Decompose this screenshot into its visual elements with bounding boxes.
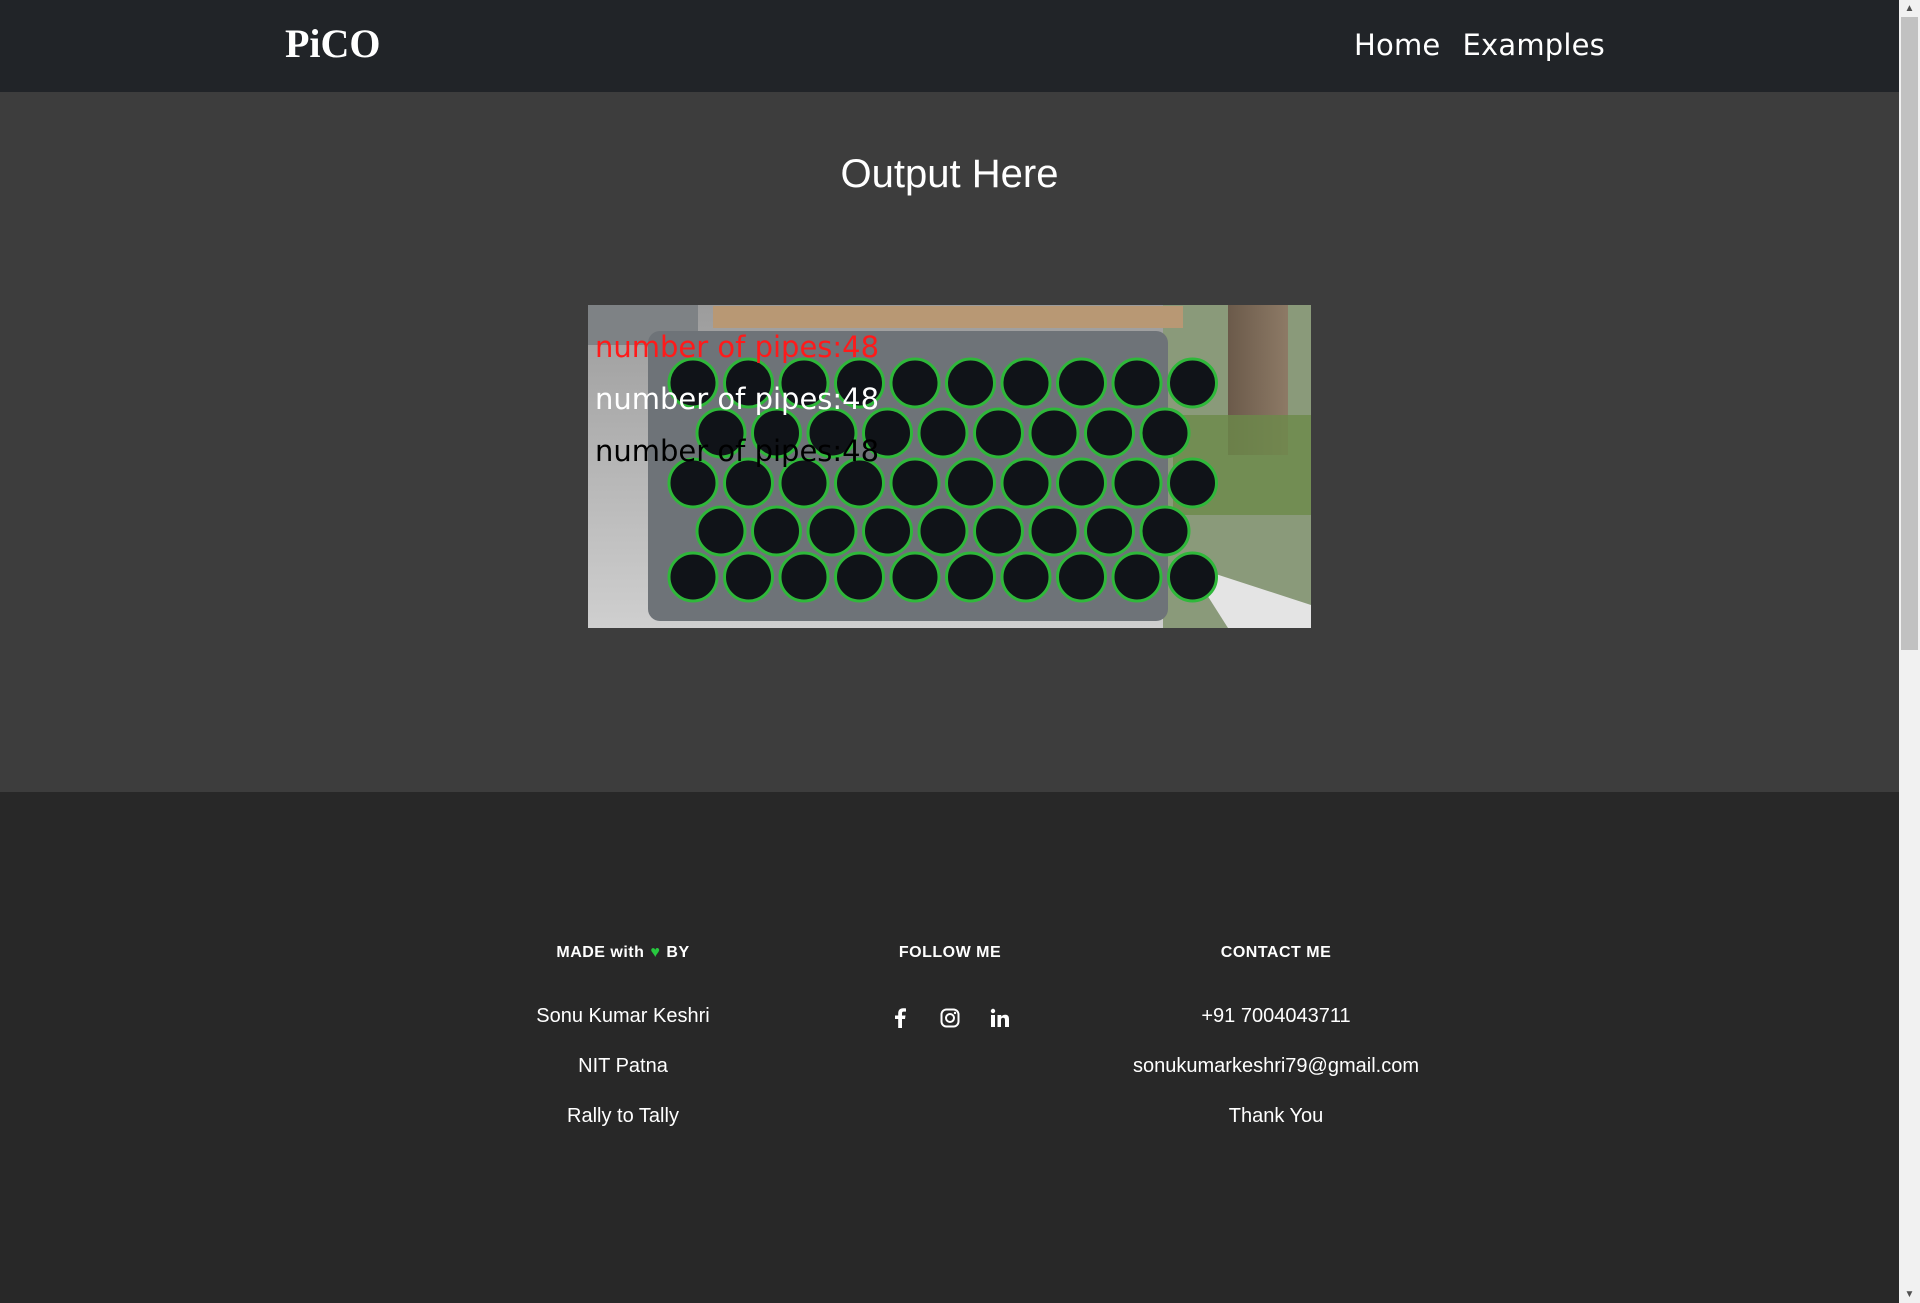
pipe-count-label: number of pipes:48	[595, 382, 879, 416]
scroll-thumb[interactable]	[1901, 17, 1918, 650]
pipe-marker	[1167, 457, 1218, 509]
pipe-marker	[1000, 551, 1052, 603]
pipe-marker	[1056, 551, 1107, 603]
output-image: number of pipes:48 number of pipes:48 numb…	[588, 305, 1311, 628]
pipe-marker	[889, 457, 941, 509]
pipe-marker	[1084, 505, 1135, 557]
pipe-marker	[1167, 551, 1218, 603]
pipe-marker	[973, 505, 1024, 557]
pipe-marker	[889, 357, 941, 409]
pipe-marker	[862, 505, 913, 557]
project-tagline: Rally to Tally	[567, 1105, 679, 1127]
footer: MADE with ♥ BY Sonu Kumar Keshri NIT Patna…	[0, 792, 1899, 1303]
nav-examples-link[interactable]: Examples	[1462, 28, 1605, 62]
pipe-marker	[1056, 457, 1107, 509]
contact-phone: +91 7004043711	[1201, 1005, 1351, 1027]
pipe-marker	[917, 407, 969, 459]
nav-links: Home Examples	[1354, 28, 1605, 62]
vertical-scrollbar[interactable]: ▲ ▼	[1899, 0, 1920, 1303]
made-with-text: MADE with	[556, 944, 645, 961]
pipe-marker	[695, 505, 747, 557]
pipe-marker	[1084, 407, 1135, 459]
pipe-marker	[1167, 357, 1218, 409]
heart-icon: ♥	[650, 944, 661, 961]
pipe-count-label: number of pipes:48	[595, 330, 879, 364]
pipe-marker	[723, 551, 774, 603]
contact-email: sonukumarkeshri79@gmail.com	[1133, 1055, 1419, 1077]
pipe-count-label: number of pipes:48	[595, 434, 879, 468]
pipe-marker	[945, 551, 996, 603]
pipe-marker	[667, 551, 719, 603]
pipe-marker	[1000, 357, 1052, 409]
by-text: BY	[666, 944, 690, 961]
pipe-marker	[889, 551, 941, 603]
pipes-photo: number of pipes:48 number of pipes:48 numb…	[588, 305, 1311, 628]
pipe-marker	[1000, 457, 1052, 509]
pipe-marker	[1028, 407, 1080, 459]
pipe-marker	[834, 551, 885, 603]
brand-logo[interactable]: PiCO	[285, 20, 381, 67]
contact-list: +91 7004043711 sonukumarkeshri79@gmail.c…	[1076, 1004, 1476, 1154]
contact-heading: CONTACT ME	[1220, 944, 1332, 961]
top-navbar: PiCO Home Examples	[0, 0, 1899, 92]
contact-column: CONTACT ME +91 7004043711 sonukumarkeshr…	[1076, 944, 1476, 1154]
scroll-up-arrow-icon[interactable]: ▲	[1899, 0, 1920, 17]
scroll-down-arrow-icon[interactable]: ▼	[1899, 1286, 1920, 1303]
pipe-marker	[778, 551, 830, 603]
pipe-marker	[806, 505, 858, 557]
pipe-marker	[1139, 505, 1191, 557]
contact-thanks: Thank You	[1228, 1105, 1324, 1127]
facebook-icon[interactable]	[888, 1006, 912, 1030]
pipe-marker	[945, 357, 996, 409]
pipe-marker	[1111, 551, 1163, 603]
pipe-marker	[751, 505, 802, 557]
page-title: Output Here	[840, 152, 1059, 196]
pipe-marker	[973, 407, 1024, 459]
pipe-marker	[1111, 457, 1163, 509]
instagram-icon[interactable]	[938, 1006, 962, 1030]
pipe-marker	[1028, 505, 1080, 557]
output-section: Output Here number of pipes:48 number of…	[0, 92, 1899, 792]
pipe-marker	[945, 457, 996, 509]
pipe-marker	[1139, 407, 1191, 459]
nav-home-link[interactable]: Home	[1354, 28, 1440, 62]
pipe-marker	[1111, 357, 1163, 409]
author-college: NIT Patna	[578, 1055, 668, 1077]
linkedin-icon[interactable]	[988, 1006, 1012, 1030]
pipe-marker	[1056, 357, 1107, 409]
pipe-marker	[917, 505, 969, 557]
